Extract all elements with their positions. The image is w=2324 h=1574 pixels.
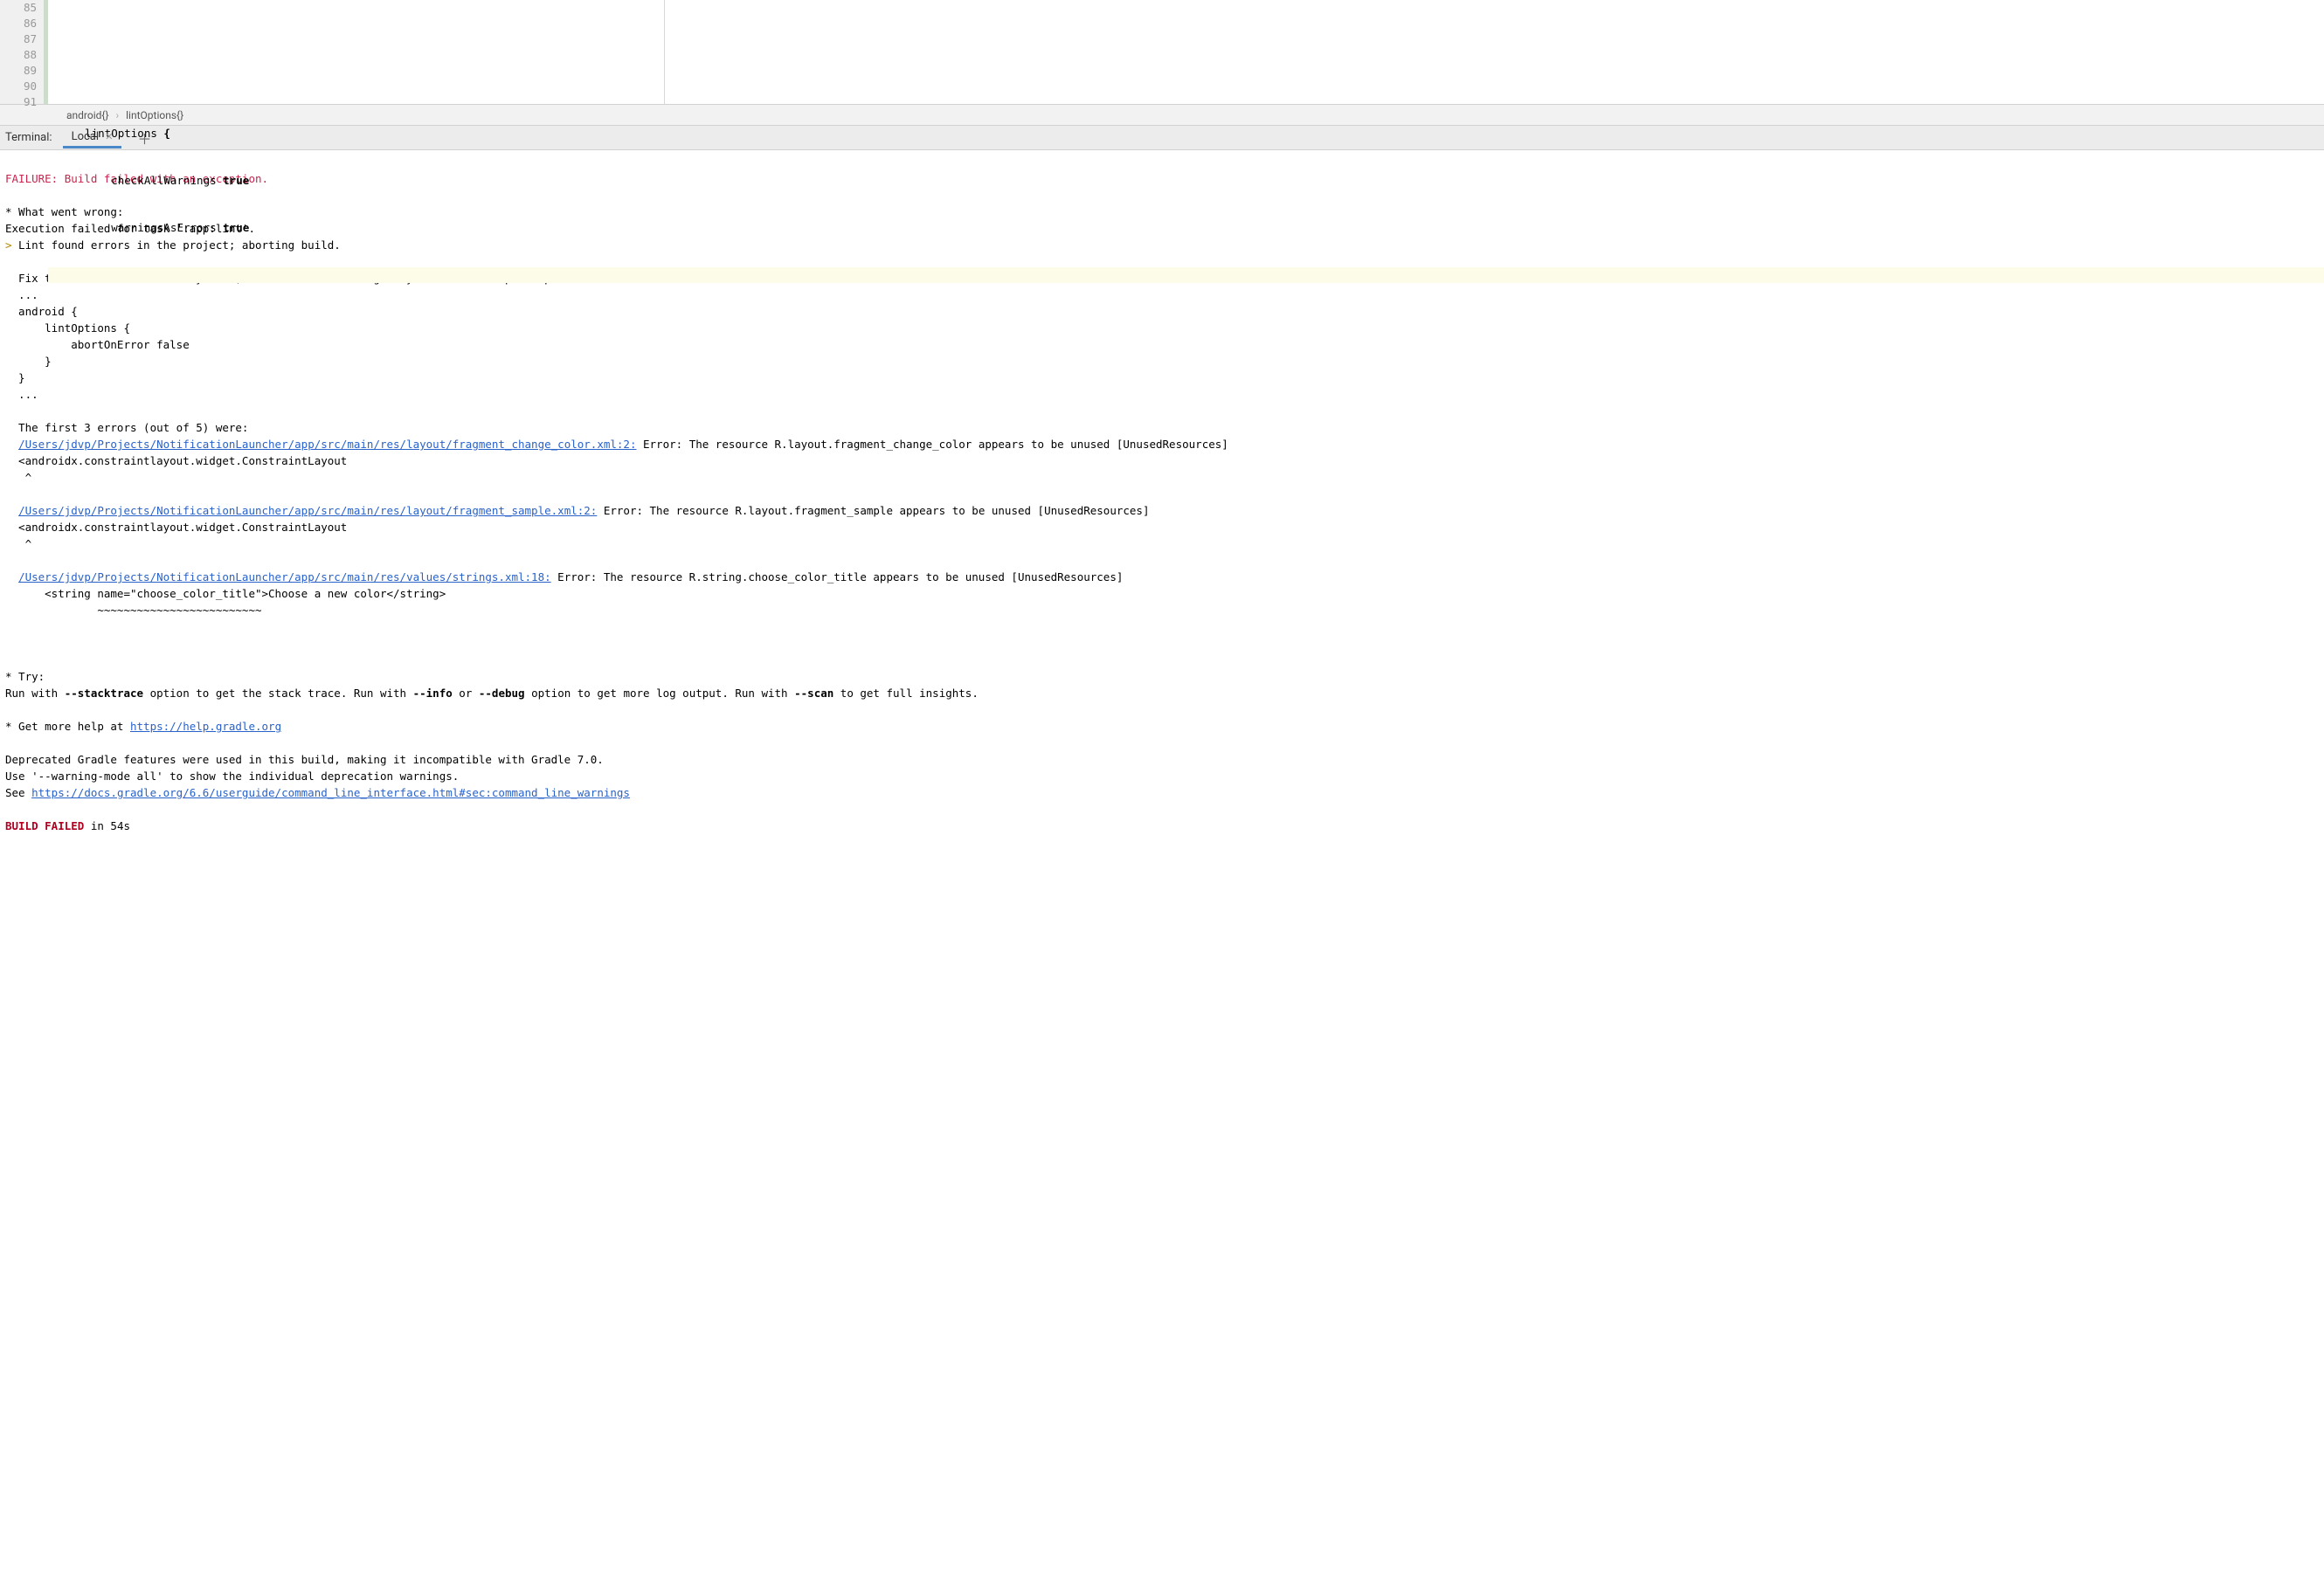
build-failed-label: BUILD FAILED — [5, 819, 84, 832]
try-text: to get full insights. — [833, 687, 979, 700]
terminal-output[interactable]: FAILURE: Build failed with an exception.… — [0, 150, 2324, 1574]
code-line — [48, 31, 2324, 47]
code-line — [48, 79, 2324, 94]
flag-scan: --scan — [794, 687, 833, 700]
line-number: 86 — [0, 16, 37, 31]
code-line-current — [48, 267, 2324, 283]
error-message: Error: The resource R.layout.fragment_sa… — [597, 504, 1149, 517]
try-text: option to get more log output. Run with — [525, 687, 795, 700]
error-message: Error: The resource R.layout.fragment_ch… — [636, 438, 1228, 451]
deprecated-warning: Deprecated Gradle features were used in … — [5, 753, 604, 766]
deprecated-warning: Use '--warning-mode all' to show the ind… — [5, 770, 459, 783]
line-number-gutter: 85 86 87 88 89 90 91 — [0, 0, 48, 104]
build-time: in 54s — [84, 819, 130, 832]
try-text: option to get the stack trace. Run with — [143, 687, 413, 700]
try-text: Run with — [5, 687, 65, 700]
terminal-panel-label: Terminal: — [5, 131, 52, 144]
snippet-line: } — [5, 355, 52, 368]
ellipsis: ... — [5, 388, 38, 401]
snippet-line: } — [5, 371, 25, 384]
line-number: 85 — [0, 0, 37, 16]
flag-info: --info — [413, 687, 453, 700]
terminal-tab-local[interactable]: Local ✕ — [63, 127, 122, 148]
error-file-link[interactable]: /Users/jdvp/Projects/NotificationLaunche… — [18, 438, 636, 451]
line-number: 89 — [0, 63, 37, 79]
help-link[interactable]: https://help.gradle.org — [130, 720, 281, 733]
flag-stacktrace: --stacktrace — [65, 687, 143, 700]
errors-summary: The first 3 errors (out of 5) were: — [5, 421, 248, 434]
code-line: lintOptions { — [48, 126, 2324, 142]
terminal-tab-label: Local — [72, 130, 99, 143]
error-message: Error: The resource R.string.choose_colo… — [551, 570, 1124, 583]
flag-debug: --debug — [479, 687, 525, 700]
see-text: See — [5, 786, 31, 799]
line-number: 88 — [0, 47, 37, 63]
code-line: warningsAsErrors true — [48, 220, 2324, 236]
code-content[interactable]: lintOptions { checkAllWarnings true warn… — [48, 0, 2324, 104]
code-line — [48, 314, 2324, 330]
marker-chevron: > — [5, 238, 12, 252]
error-tilde: ~~~~~~~~~~~~~~~~~~~~~~~~~ — [5, 604, 262, 617]
try-header: * Try: — [5, 670, 45, 683]
error-file-link[interactable]: /Users/jdvp/Projects/NotificationLaunche… — [18, 504, 597, 517]
docs-link[interactable]: https://docs.gradle.org/6.6/userguide/co… — [31, 786, 630, 799]
close-icon[interactable]: ✕ — [105, 131, 113, 142]
line-number: 90 — [0, 79, 37, 94]
ellipsis: ... — [5, 288, 38, 301]
error-snippet: <androidx.constraintlayout.widget.Constr… — [5, 454, 347, 467]
help-text: * Get more help at — [5, 720, 130, 733]
error-file-link[interactable]: /Users/jdvp/Projects/NotificationLaunche… — [18, 570, 551, 583]
line-number: 87 — [0, 31, 37, 47]
line-number: 91 — [0, 94, 37, 110]
code-editor[interactable]: 85 86 87 88 89 90 91 lintOptions { check… — [0, 0, 2324, 105]
error-caret: ^ — [5, 471, 31, 484]
error-snippet: <string name="choose_color_title">Choose… — [5, 587, 446, 600]
try-text: or — [453, 687, 479, 700]
error-snippet: <androidx.constraintlayout.widget.Constr… — [5, 521, 347, 534]
code-line: checkAllWarnings true — [48, 173, 2324, 189]
error-caret: ^ — [5, 537, 31, 550]
split-divider[interactable] — [664, 0, 665, 104]
